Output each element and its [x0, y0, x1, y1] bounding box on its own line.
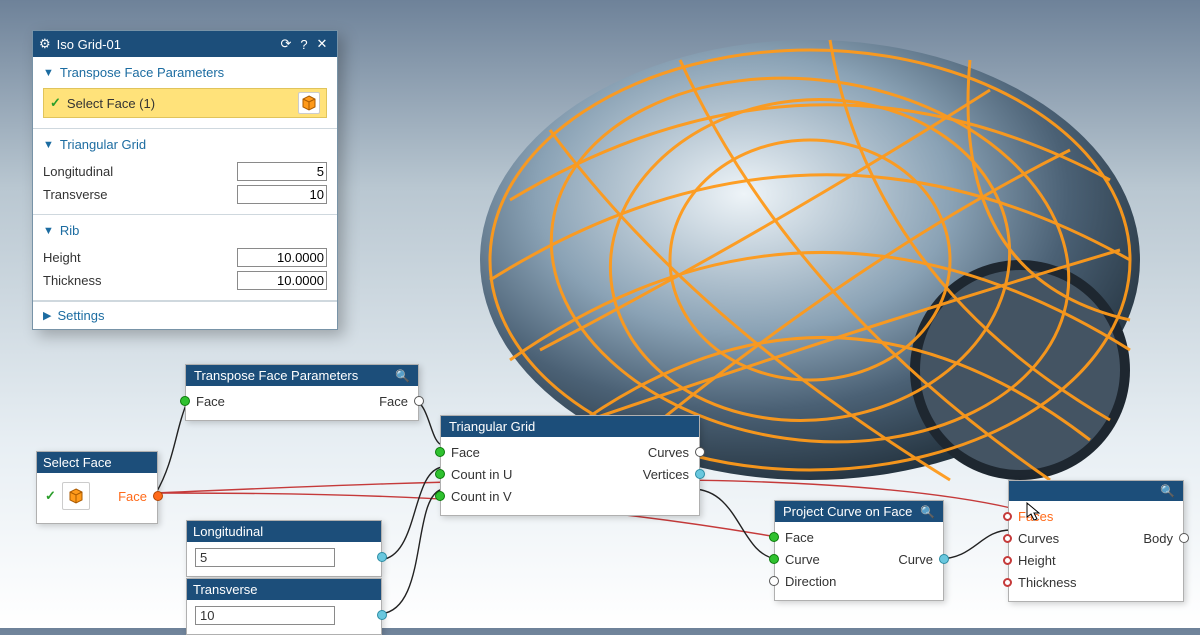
node-longitudinal[interactable]: Longitudinal 5: [186, 520, 382, 577]
height-input[interactable]: [237, 248, 327, 267]
node-select-face[interactable]: Select Face ✓ Face: [36, 451, 158, 524]
port-out-curves[interactable]: [695, 447, 705, 457]
select-face-row[interactable]: ✓ Select Face (1): [43, 88, 327, 118]
port-label: Body: [1096, 531, 1174, 546]
port-in-face[interactable]: [180, 396, 190, 406]
port-label: Direction: [785, 574, 935, 589]
value-box[interactable]: 10: [195, 606, 335, 625]
port-label: Thickness: [1018, 575, 1175, 590]
port-out-body[interactable]: [1179, 533, 1189, 543]
magnify-icon[interactable]: 🔍: [1160, 484, 1175, 498]
port-in-count-u[interactable]: [435, 469, 445, 479]
node-transverse[interactable]: Transverse 10: [186, 578, 382, 635]
node-title: Select Face: [43, 455, 112, 470]
section-rib[interactable]: ▼ Rib: [43, 221, 327, 244]
longitudinal-input[interactable]: [237, 162, 327, 181]
check-icon: ✓: [45, 488, 56, 504]
port-label: Count in U: [451, 467, 570, 482]
node-title: Transverse: [193, 582, 258, 597]
port-label: Curves: [570, 445, 689, 460]
height-label: Height: [43, 250, 237, 265]
port-label: Face: [118, 489, 147, 504]
chevron-down-icon: ▼: [43, 67, 54, 79]
magnify-icon[interactable]: 🔍: [920, 505, 935, 519]
node-project-curve[interactable]: Project Curve on Face 🔍 Face Curve Curve…: [774, 500, 944, 601]
port-label: Curve: [785, 552, 859, 567]
section-transpose[interactable]: ▼ Transpose Face Parameters: [43, 63, 327, 86]
select-face-label: Select Face (1): [67, 96, 155, 111]
refresh-icon[interactable]: ⟳: [277, 36, 295, 52]
port-label: Height: [1018, 553, 1175, 568]
section-label: Transpose Face Parameters: [60, 65, 224, 80]
transverse-label: Transverse: [43, 187, 237, 202]
gear-icon: ⚙: [39, 36, 51, 52]
port-label: Curves: [1018, 531, 1096, 546]
node-title: Transpose Face Parameters: [194, 368, 358, 383]
thickness-label: Thickness: [43, 273, 237, 288]
node-rib[interactable]: 🔍 Faces Curves Body Height Thickness: [1008, 480, 1184, 602]
port-in-face[interactable]: [435, 447, 445, 457]
port-label: Count in V: [451, 489, 691, 504]
node-transpose[interactable]: Transpose Face Parameters 🔍 Face Face: [185, 364, 419, 421]
node-triangular-grid[interactable]: Triangular Grid Face Curves Count in U V…: [440, 415, 700, 516]
section-trigrid[interactable]: ▼ Triangular Grid: [43, 135, 327, 158]
port-out-value[interactable]: [377, 610, 387, 620]
chevron-down-icon: ▼: [43, 139, 54, 151]
port-out-face[interactable]: [414, 396, 424, 406]
longitudinal-label: Longitudinal: [43, 164, 237, 179]
port-label: Face: [785, 530, 935, 545]
port-label: Face: [302, 394, 408, 409]
port-out-face[interactable]: [153, 491, 163, 501]
chevron-down-icon: ▼: [43, 225, 54, 237]
port-out-curve[interactable]: [939, 554, 949, 564]
port-in-faces[interactable]: [1003, 512, 1012, 521]
close-icon[interactable]: ✕: [313, 36, 331, 52]
property-panel: ⚙ Iso Grid-01 ⟳ ? ✕ ▼ Transpose Face Par…: [32, 30, 338, 330]
chevron-right-icon: ▶: [43, 309, 51, 322]
port-out-vertices[interactable]: [695, 469, 705, 479]
section-settings[interactable]: ▶ Settings: [33, 301, 337, 329]
cube-icon: [62, 482, 90, 510]
section-label: Triangular Grid: [60, 137, 146, 152]
magnify-icon[interactable]: 🔍: [395, 369, 410, 383]
port-label: Curve: [859, 552, 933, 567]
port-in-curves[interactable]: [1003, 534, 1012, 543]
transverse-input[interactable]: [237, 185, 327, 204]
settings-label: Settings: [57, 308, 104, 323]
thickness-input[interactable]: [237, 271, 327, 290]
port-label: Face: [196, 394, 302, 409]
port-label: Faces: [1018, 509, 1175, 524]
check-icon: ✓: [50, 95, 61, 111]
value-box[interactable]: 5: [195, 548, 335, 567]
node-title: Longitudinal: [193, 524, 263, 539]
node-title: Triangular Grid: [449, 419, 535, 434]
cube-icon: [298, 92, 320, 114]
port-in-count-v[interactable]: [435, 491, 445, 501]
port-out-value[interactable]: [377, 552, 387, 562]
port-in-curve[interactable]: [769, 554, 779, 564]
port-label: Vertices: [570, 467, 689, 482]
node-title: Project Curve on Face: [783, 504, 912, 519]
panel-title-text: Iso Grid-01: [57, 37, 121, 52]
port-in-face[interactable]: [769, 532, 779, 542]
port-in-height[interactable]: [1003, 556, 1012, 565]
port-label: Face: [451, 445, 570, 460]
help-icon[interactable]: ?: [295, 37, 313, 52]
port-in-thickness[interactable]: [1003, 578, 1012, 587]
port-in-direction[interactable]: [769, 576, 779, 586]
section-label: Rib: [60, 223, 80, 238]
